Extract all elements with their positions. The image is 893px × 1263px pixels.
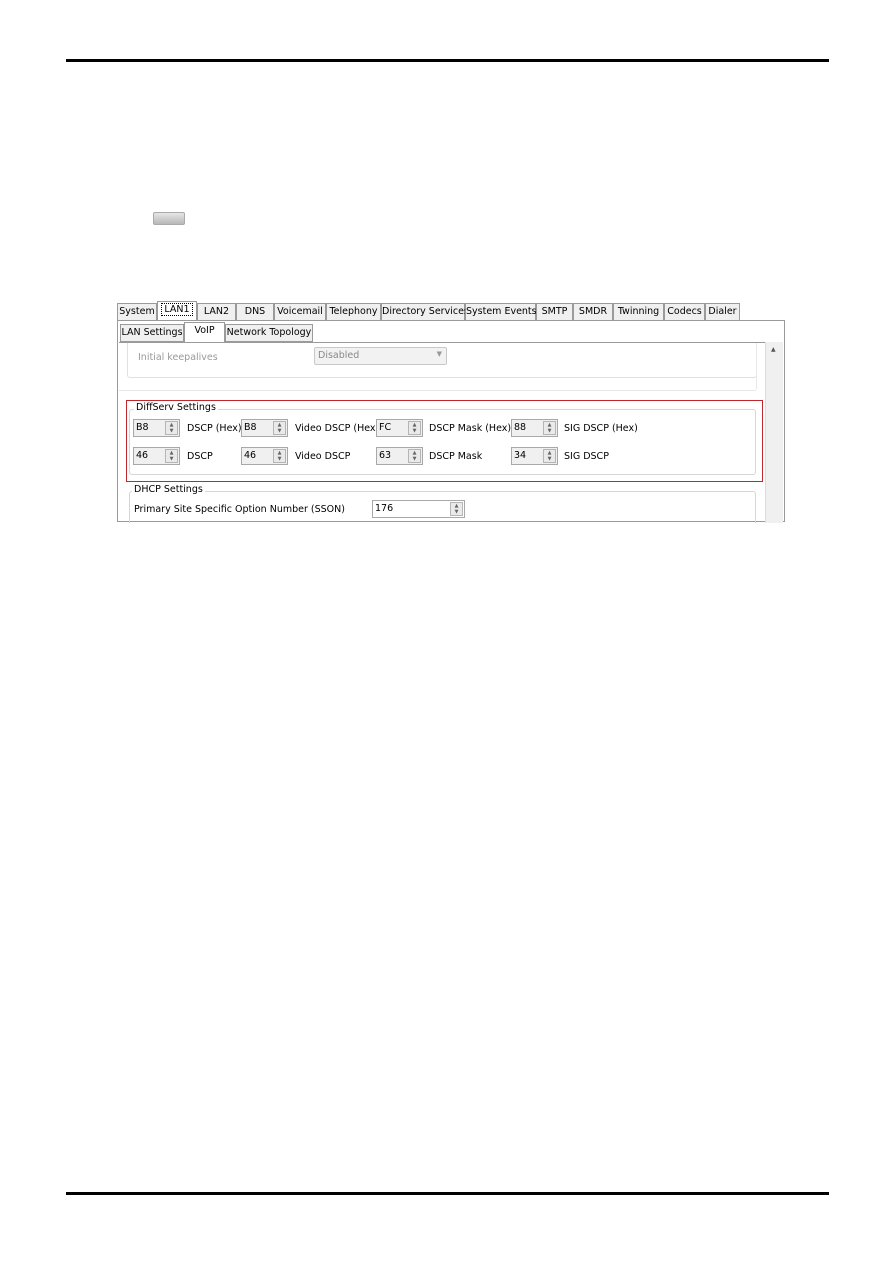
- tab-label: System: [119, 306, 155, 317]
- dscp-label: DSCP Mask (Hex): [429, 423, 512, 434]
- spin-arrows-icon[interactable]: ▲ ▼: [273, 421, 286, 435]
- tab-label: SMTP: [541, 306, 568, 317]
- header-rule: [66, 59, 829, 62]
- dscp-spinner[interactable]: B8 ▲ ▼: [241, 419, 288, 437]
- tab-dns[interactable]: DNS: [236, 303, 274, 321]
- scroll-up-icon[interactable]: ▲: [771, 346, 776, 353]
- spinner-value: FC: [379, 422, 392, 433]
- spinner-value: 34: [514, 450, 527, 461]
- tab-lan2[interactable]: LAN2: [197, 303, 236, 321]
- sson-label: Primary Site Specific Option Number (SSO…: [134, 504, 345, 515]
- sson-spinner[interactable]: 176 ▲ ▼: [372, 500, 465, 518]
- spinner-value: 46: [244, 450, 257, 461]
- tab-label: SMDR: [578, 306, 608, 317]
- spin-arrows-icon[interactable]: ▲ ▼: [165, 421, 178, 435]
- dscp-label: DSCP: [187, 451, 213, 462]
- dscp-spinner[interactable]: 88 ▲ ▼: [511, 419, 558, 437]
- dhcp-title: DHCP Settings: [132, 484, 205, 495]
- tab-lan1[interactable]: LAN1: [157, 301, 197, 322]
- vertical-scrollbar[interactable]: ▲: [765, 342, 783, 523]
- dscp-label: DSCP Mask: [429, 451, 483, 462]
- tab-dialer[interactable]: Dialer: [705, 303, 740, 321]
- tab-directory-services[interactable]: Directory Services: [381, 303, 469, 321]
- dscp-spinner[interactable]: FC ▲ ▼: [376, 419, 423, 437]
- keepalives-label: Initial keepalives: [138, 352, 218, 363]
- spinner-value: B8: [136, 422, 149, 433]
- dscp-label: SIG DSCP (Hex): [564, 423, 638, 434]
- tab-label: Voicemail: [277, 306, 323, 317]
- tab-twinning[interactable]: Twinning: [613, 303, 664, 321]
- tab-smtp[interactable]: SMTP: [536, 303, 573, 321]
- configuration-screenshot: System LAN1 LAN2 DNS Voicemail Telephony Direc…: [117, 301, 785, 523]
- dscp-label: DSCP (Hex): [187, 423, 242, 434]
- spin-arrows-icon[interactable]: ▲ ▼: [408, 421, 421, 435]
- dscp-label: Video DSCP: [295, 451, 351, 462]
- keepalives-select[interactable]: Disabled ▼: [314, 347, 447, 365]
- subtab-voip[interactable]: VoIP: [184, 322, 225, 343]
- chevron-down-icon: ▼: [436, 350, 442, 358]
- spinner-value: 63: [379, 450, 392, 461]
- tab-label: DNS: [244, 306, 266, 317]
- tab-codecs[interactable]: Codecs: [664, 303, 705, 321]
- tab-telephony[interactable]: Telephony: [326, 303, 381, 321]
- dscp-spinner[interactable]: 63 ▲ ▼: [376, 447, 423, 465]
- diffserv-title: DiffServ Settings: [134, 402, 218, 413]
- dscp-spinner[interactable]: 46 ▲ ▼: [241, 447, 288, 465]
- dscp-spinner[interactable]: B8 ▲ ▼: [133, 419, 180, 437]
- system-unit-icon: [153, 212, 185, 225]
- spin-arrows-icon[interactable]: ▲ ▼: [543, 449, 556, 463]
- tab-label: Directory Services: [382, 306, 469, 317]
- spin-arrows-icon[interactable]: ▲ ▼: [450, 502, 463, 516]
- spin-arrows-icon[interactable]: ▲ ▼: [543, 421, 556, 435]
- tab-system-events[interactable]: System Events: [465, 303, 537, 321]
- tab-label: System Events: [466, 306, 537, 317]
- voip-content: Initial keepalives Disabled ▼ DiffServ S…: [119, 342, 765, 523]
- tab-label: Twinning: [617, 306, 660, 317]
- dscp-spinner[interactable]: 46 ▲ ▼: [133, 447, 180, 465]
- spin-arrows-icon[interactable]: ▲ ▼: [273, 449, 286, 463]
- subtab-network-topology[interactable]: Network Topology: [225, 324, 313, 342]
- tab-label: Dialer: [708, 306, 737, 317]
- spin-arrows-icon[interactable]: ▲ ▼: [408, 449, 421, 463]
- tab-voicemail[interactable]: Voicemail: [274, 303, 326, 321]
- spin-arrows-icon[interactable]: ▲ ▼: [165, 449, 178, 463]
- tab-label: Codecs: [667, 306, 702, 317]
- tab-label: LAN1: [161, 303, 193, 316]
- tab-label: Telephony: [329, 306, 378, 317]
- tab-panel: LAN Settings VoIP Network Topology Initial…: [117, 320, 785, 523]
- tab-smdr[interactable]: SMDR: [573, 303, 613, 321]
- tab-system[interactable]: System: [117, 303, 157, 321]
- keepalives-value: Disabled: [318, 350, 360, 361]
- diffserv-groupbox: [129, 409, 756, 475]
- subtab-lan-settings[interactable]: LAN Settings: [120, 324, 184, 342]
- dscp-label: Video DSCP (Hex): [295, 423, 380, 434]
- footer-rule: [66, 1192, 829, 1195]
- spinner-value: 46: [136, 450, 149, 461]
- spinner-value: B8: [244, 422, 257, 433]
- sson-value: 176: [375, 503, 394, 514]
- tab-label: LAN2: [203, 306, 230, 317]
- spinner-value: 88: [514, 422, 527, 433]
- dscp-spinner[interactable]: 34 ▲ ▼: [511, 447, 558, 465]
- dscp-label: SIG DSCP: [564, 451, 609, 462]
